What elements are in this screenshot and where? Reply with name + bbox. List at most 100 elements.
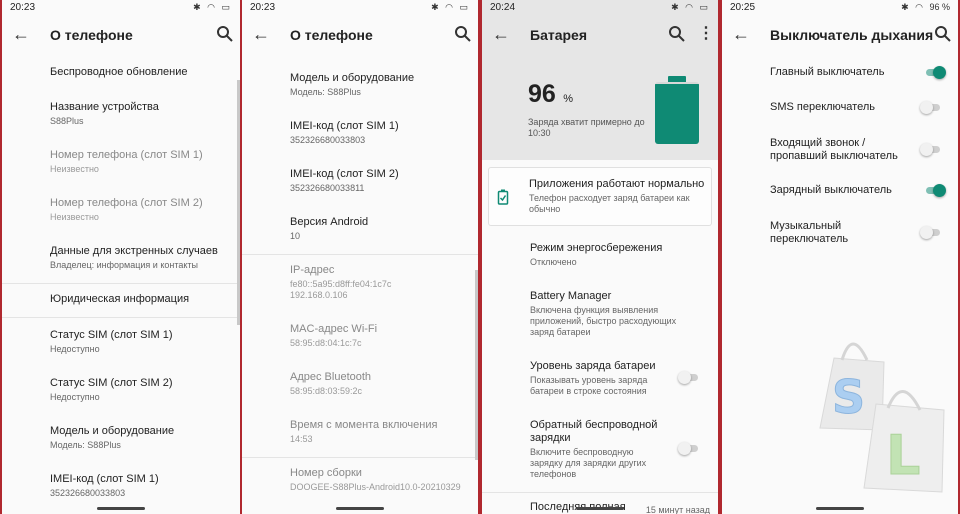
item-title: Номер сборки xyxy=(290,467,362,479)
status-card-title: Приложения работают нормально xyxy=(529,178,705,190)
list-item-wireless-update[interactable]: Беспроводное обновление xyxy=(50,66,232,79)
item-title: Данные для экстренных случаев xyxy=(50,245,218,257)
list-item-model[interactable]: Модель и оборудование Модель: S88Plus xyxy=(290,72,470,98)
battery-level-unit: % xyxy=(563,93,574,105)
battery-status-text: 96 % xyxy=(929,2,950,12)
app-bar: ← Выключатель дыхания xyxy=(722,16,958,54)
main-switch-toggle[interactable] xyxy=(924,65,946,79)
list-item-imei-sim1[interactable]: IMEI-код (слот SIM 1) 352326680033803 xyxy=(290,120,470,146)
status-bar: 20:23 ✱ ◠ ▭ xyxy=(2,0,240,16)
list-item-power-saving[interactable]: Режим энергосбережения Отключено xyxy=(530,242,710,268)
list-item-music-switch[interactable]: Музыкальный переключатель xyxy=(770,220,888,246)
status-bar: 20:24 ✱ ◠ ▭ xyxy=(482,0,718,16)
item-subtitle: Показывать уровень заряда батареи в стро… xyxy=(530,375,648,396)
item-title: Обратный беспроводной зарядки xyxy=(530,419,658,444)
list-item-build-number[interactable]: Номер сборки DOOGEE-S88Plus-Android10.0-… xyxy=(290,467,470,493)
item-title: SMS переключатель xyxy=(770,101,875,113)
gesture-bar[interactable] xyxy=(576,507,624,510)
item-subtitle: Владелец: информация и контакты xyxy=(50,260,198,270)
page-title: О телефоне xyxy=(50,27,133,43)
search-icon[interactable] xyxy=(934,25,952,43)
item-subtitle: 58:95:d8:04:1c:7c xyxy=(290,338,362,348)
incoming-call-switch-toggle[interactable] xyxy=(920,142,942,156)
battery-percentage-toggle[interactable] xyxy=(678,370,700,384)
app-bar: ← Батарея ⋮ xyxy=(482,16,718,54)
item-subtitle: Включена функция выявления приложений, б… xyxy=(530,305,677,337)
item-title: Версия Android xyxy=(290,216,369,228)
item-subtitle: Недоступно xyxy=(50,392,100,402)
back-arrow-icon[interactable]: ← xyxy=(252,24,272,44)
panel-about-phone-2: 20:23 ✱ ◠ ▭ ← О телефоне Модель и оборуд… xyxy=(242,0,478,514)
scrollbar[interactable] xyxy=(475,270,478,460)
item-title: Юридическая информация xyxy=(50,293,190,305)
item-subtitle: Недоступно xyxy=(50,344,100,354)
list-item-model[interactable]: Модель и оборудование Модель: S88Plus xyxy=(50,425,232,451)
list-item-wifi-mac: MAC-адрес Wi-Fi 58:95:d8:04:1c:7c xyxy=(290,323,470,349)
list-item-charging-switch[interactable]: Зарядный выключатель xyxy=(770,184,908,197)
more-options-icon[interactable]: ⋮ xyxy=(698,25,714,43)
list-item-sim2-status[interactable]: Статус SIM (слот SIM 2) Недоступно xyxy=(50,377,232,403)
divider xyxy=(242,254,478,255)
status-time: 20:24 xyxy=(490,2,516,13)
status-icons: ✱ ◠ ▭ xyxy=(671,2,710,12)
item-title: Зарядный выключатель xyxy=(770,184,892,196)
status-time: 20:23 xyxy=(250,2,276,13)
item-title: MAC-адрес Wi-Fi xyxy=(290,323,378,335)
list-item-incoming-call-switch[interactable]: Входящий звонок / пропавший выключатель xyxy=(770,137,908,163)
list-item-emergency-info[interactable]: Данные для экстренных случаев Владелец: … xyxy=(50,245,232,271)
reverse-wireless-toggle[interactable] xyxy=(678,441,700,455)
list-item-imei-sim1[interactable]: IMEI-код (слот SIM 1) 352326680033803 xyxy=(50,473,232,499)
item-subtitle-2: 192.168.0.106 xyxy=(290,290,348,300)
list-item-sms-switch[interactable]: SMS переключатель xyxy=(770,101,908,114)
item-title: Время с момента включения xyxy=(290,419,438,431)
item-title: Адрес Bluetooth xyxy=(290,371,372,383)
list-item-sim1-status[interactable]: Статус SIM (слот SIM 1) Недоступно xyxy=(50,329,232,355)
music-switch-toggle[interactable] xyxy=(920,225,942,239)
back-arrow-icon[interactable]: ← xyxy=(732,24,752,44)
item-subtitle: 14:53 xyxy=(290,434,313,444)
app-bar: ← О телефоне xyxy=(2,16,240,54)
panel-breathing-switch: 20:25 ✱ ◠ 96 % ← Выключатель дыхания Гла… xyxy=(722,0,958,514)
item-subtitle: Отключено xyxy=(530,257,577,267)
list-item-imei-sim2[interactable]: IMEI-код (слот SIM 2) 352326680033811 xyxy=(290,168,470,194)
list-item-main-switch[interactable]: Главный выключатель xyxy=(770,66,908,79)
list-item-ip-address: IP-адрес fe80::5a95:d8ff:fe04:1c7c 192.1… xyxy=(290,264,470,301)
item-title: Беспроводное обновление xyxy=(50,66,188,78)
status-card[interactable]: Приложения работают нормально Телефон ра… xyxy=(488,167,712,226)
divider xyxy=(2,283,240,284)
list-item-device-name[interactable]: Название устройства S88Plus xyxy=(50,101,232,127)
item-subtitle: 10 xyxy=(290,231,301,241)
back-arrow-icon[interactable]: ← xyxy=(492,24,512,44)
item-title: Входящий звонок / пропавший выключатель xyxy=(770,137,898,162)
item-title: Название устройства xyxy=(50,101,159,113)
list-item-reverse-wireless[interactable]: Обратный беспроводной зарядки Включите б… xyxy=(530,419,668,480)
page-title: О телефоне xyxy=(290,27,373,43)
item-title: Battery Manager xyxy=(530,290,612,302)
sms-switch-toggle[interactable] xyxy=(920,100,942,114)
list-item-bluetooth-address: Адрес Bluetooth 58:95:d8:03:59:2c xyxy=(290,371,470,397)
gesture-bar[interactable] xyxy=(816,507,864,510)
divider xyxy=(2,317,240,318)
item-subtitle: Модель: S88Plus xyxy=(50,440,121,450)
gesture-bar[interactable] xyxy=(97,507,145,510)
list-item-uptime: Время с момента включения 14:53 xyxy=(290,419,470,445)
list-item-legal-info[interactable]: Юридическая информация xyxy=(50,293,232,306)
list-item-battery-manager[interactable]: Battery Manager Включена функция выявлен… xyxy=(530,290,688,338)
back-arrow-icon[interactable]: ← xyxy=(12,24,32,44)
search-icon[interactable] xyxy=(216,25,234,43)
search-icon[interactable] xyxy=(668,25,686,43)
item-title: IMEI-код (слот SIM 1) xyxy=(50,473,159,485)
battery-level-value: 96 xyxy=(528,80,556,108)
list-item-battery-percentage[interactable]: Уровень заряда батареи Показывать уровен… xyxy=(530,360,668,397)
gesture-bar[interactable] xyxy=(336,507,384,510)
item-subtitle: DOOGEE-S88Plus-Android10.0-20210329 xyxy=(290,482,461,492)
list-item-android-version[interactable]: Версия Android 10 xyxy=(290,216,470,242)
item-title: Уровень заряда батареи xyxy=(530,360,656,372)
search-icon[interactable] xyxy=(454,25,472,43)
scrollbar[interactable] xyxy=(237,80,240,325)
charging-switch-toggle[interactable] xyxy=(924,183,946,197)
watermark-letter-l: L xyxy=(886,424,920,487)
item-title: Статус SIM (слот SIM 1) xyxy=(50,329,173,341)
status-bar: 20:25 ✱ ◠ 96 % xyxy=(722,0,958,16)
item-subtitle: S88Plus xyxy=(50,116,84,126)
